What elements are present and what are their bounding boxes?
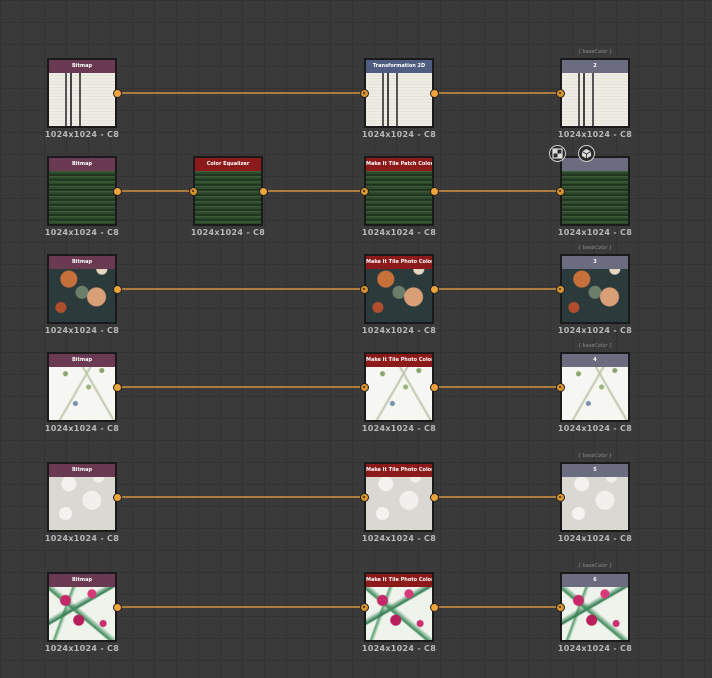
output-port[interactable] xyxy=(429,284,439,294)
input-port[interactable] xyxy=(359,186,369,196)
node-usage-tag: { baseColor } xyxy=(577,49,613,55)
node-resolution-label: 1024x1024 - C8 xyxy=(44,326,120,335)
output-port[interactable] xyxy=(112,492,122,502)
graph-node[interactable]: Bitmap xyxy=(47,462,117,532)
output-port[interactable] xyxy=(112,186,122,196)
input-port[interactable] xyxy=(555,602,565,612)
graph-node[interactable]: Bitmap xyxy=(47,254,117,324)
graph-node[interactable]: Make It Tile Photo Color xyxy=(364,572,434,642)
node-header: Make It Tile Photo Color xyxy=(366,574,432,587)
node-resolution-label: 1024x1024 - C8 xyxy=(361,326,437,335)
output-port[interactable] xyxy=(258,186,268,196)
node-resolution-label: 1024x1024 - C8 xyxy=(557,424,633,433)
graph-node[interactable]: Make It Tile Photo Color xyxy=(364,462,434,532)
graph-node[interactable]: Make It Tile Photo Color xyxy=(364,352,434,422)
graph-node[interactable]: Transformation 2D xyxy=(364,58,434,128)
node-header xyxy=(562,158,628,171)
node-resolution-label: 1024x1024 - C8 xyxy=(44,130,120,139)
graph-node[interactable]: Bitmap xyxy=(47,156,117,226)
view-3d-icon[interactable] xyxy=(578,145,595,162)
node-resolution-label: 1024x1024 - C8 xyxy=(44,228,120,237)
node-header: Bitmap xyxy=(49,256,115,269)
output-port[interactable] xyxy=(112,88,122,98)
node-header: 5 xyxy=(562,464,628,477)
graph-node[interactable] xyxy=(560,156,630,226)
graph-node[interactable]: 5 xyxy=(560,462,630,532)
node-header: Make It Tile Patch Color xyxy=(366,158,432,171)
node-resolution-label: 1024x1024 - C8 xyxy=(557,644,633,653)
node-header: Bitmap xyxy=(49,354,115,367)
node-header: Make It Tile Photo Color xyxy=(366,256,432,269)
node-header: Color Equalizer xyxy=(195,158,261,171)
node-header: 3 xyxy=(562,256,628,269)
node-graph-canvas[interactable]: Bitmap 1024x1024 - C8 Transformation 2D 102… xyxy=(0,0,712,678)
output-port[interactable] xyxy=(112,382,122,392)
node-header: Make It Tile Photo Color xyxy=(366,464,432,477)
node-header: 2 xyxy=(562,60,628,73)
graph-node[interactable]: 3 xyxy=(560,254,630,324)
output-port[interactable] xyxy=(112,602,122,612)
node-resolution-label: 1024x1024 - C8 xyxy=(557,130,633,139)
graph-node[interactable]: Make It Tile Patch Color xyxy=(364,156,434,226)
input-port[interactable] xyxy=(555,492,565,502)
input-port[interactable] xyxy=(555,284,565,294)
node-resolution-label: 1024x1024 - C8 xyxy=(361,228,437,237)
output-port[interactable] xyxy=(429,602,439,612)
graph-node[interactable]: Color Equalizer xyxy=(193,156,263,226)
node-resolution-label: 1024x1024 - C8 xyxy=(361,424,437,433)
graph-node[interactable]: Make It Tile Photo Color xyxy=(364,254,434,324)
output-port[interactable] xyxy=(429,186,439,196)
node-header: 4 xyxy=(562,354,628,367)
input-port[interactable] xyxy=(359,492,369,502)
node-header: Bitmap xyxy=(49,60,115,73)
node-resolution-label: 1024x1024 - C8 xyxy=(557,534,633,543)
output-port[interactable] xyxy=(429,88,439,98)
node-usage-tag: { baseColor } xyxy=(577,343,613,349)
output-port[interactable] xyxy=(112,284,122,294)
node-resolution-label: 1024x1024 - C8 xyxy=(361,534,437,543)
node-usage-tag: { baseColor } xyxy=(577,245,613,251)
input-port[interactable] xyxy=(359,602,369,612)
node-resolution-label: 1024x1024 - C8 xyxy=(44,644,120,653)
output-port[interactable] xyxy=(429,492,439,502)
graph-node[interactable]: 4 xyxy=(560,352,630,422)
node-header: Transformation 2D xyxy=(366,60,432,73)
input-port[interactable] xyxy=(359,88,369,98)
node-header: Bitmap xyxy=(49,158,115,171)
input-port[interactable] xyxy=(359,382,369,392)
graph-node[interactable]: 2 xyxy=(560,58,630,128)
input-port[interactable] xyxy=(555,186,565,196)
input-port[interactable] xyxy=(359,284,369,294)
node-header: Bitmap xyxy=(49,574,115,587)
node-resolution-label: 1024x1024 - C8 xyxy=(361,644,437,653)
node-usage-tag: { baseColor } xyxy=(577,453,613,459)
node-header: Make It Tile Photo Color xyxy=(366,354,432,367)
node-resolution-label: 1024x1024 - C8 xyxy=(361,130,437,139)
input-port[interactable] xyxy=(188,186,198,196)
node-resolution-label: 1024x1024 - C8 xyxy=(190,228,266,237)
output-port[interactable] xyxy=(429,382,439,392)
graph-node[interactable]: 6 xyxy=(560,572,630,642)
node-resolution-label: 1024x1024 - C8 xyxy=(44,424,120,433)
view-2d-icon[interactable] xyxy=(549,145,566,162)
node-resolution-label: 1024x1024 - C8 xyxy=(557,228,633,237)
node-resolution-label: 1024x1024 - C8 xyxy=(557,326,633,335)
node-resolution-label: 1024x1024 - C8 xyxy=(44,534,120,543)
node-usage-tag: { baseColor } xyxy=(577,563,613,569)
input-port[interactable] xyxy=(555,88,565,98)
input-port[interactable] xyxy=(555,382,565,392)
node-header: 6 xyxy=(562,574,628,587)
graph-node[interactable]: Bitmap xyxy=(47,352,117,422)
graph-node[interactable]: Bitmap xyxy=(47,58,117,128)
graph-node[interactable]: Bitmap xyxy=(47,572,117,642)
node-header: Bitmap xyxy=(49,464,115,477)
